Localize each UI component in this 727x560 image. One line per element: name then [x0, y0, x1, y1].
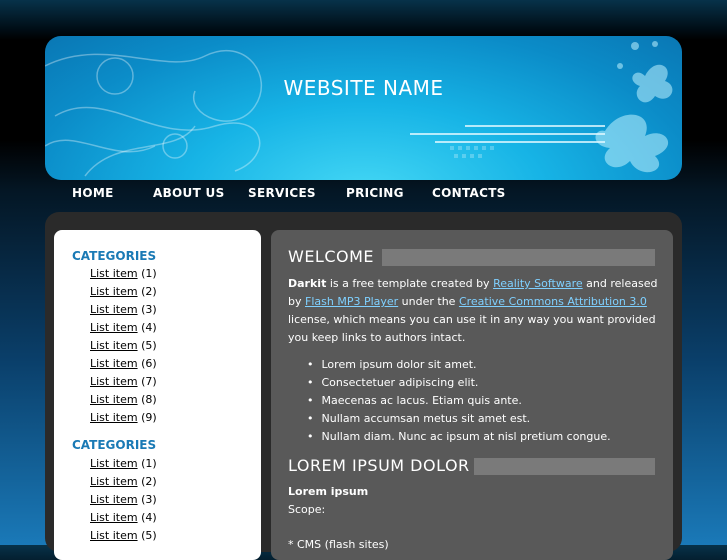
lorem-subheading: Lorem ipsum	[288, 485, 369, 498]
list-item-count: (4)	[141, 321, 157, 334]
header-banner: WEBSITE NAME	[45, 36, 682, 180]
list-item: List item (3)	[90, 301, 157, 319]
reality-software-link[interactable]: Reality Software	[493, 277, 583, 290]
nav-pricing[interactable]: PRICING	[346, 186, 404, 200]
categories-list: List item (1) List item (2) List item (3…	[90, 455, 157, 545]
main-content: WELCOME Darkit is a free template create…	[271, 230, 673, 560]
list-item: List item (3)	[90, 491, 157, 509]
list-item-count: (9)	[141, 411, 157, 424]
bullet-item: Consectetuer adipiscing elit.	[307, 374, 611, 392]
categories-list: List item (1) List item (2) List item (3…	[90, 265, 157, 427]
bullet-item: Maecenas ac lacus. Etiam quis ante.	[307, 392, 611, 410]
intro-text: under the	[398, 295, 459, 308]
categories-title: CATEGORIES	[72, 438, 157, 452]
list-item-count: (7)	[141, 375, 157, 388]
list-item-count: (8)	[141, 393, 157, 406]
intro-text: license, which means you can use it in a…	[288, 313, 656, 344]
list-item-link[interactable]: List item	[90, 357, 138, 370]
list-item: List item (9)	[90, 409, 157, 427]
bullet-item: Nullam diam. Nunc ac ipsum at nisl preti…	[307, 428, 611, 446]
bullet-item: Nullam accumsan metus sit amet est.	[307, 410, 611, 428]
list-item: List item (5)	[90, 527, 157, 545]
heading-bar	[382, 249, 655, 266]
scope-label: Scope:	[288, 503, 326, 516]
list-item-count: (3)	[141, 303, 157, 316]
list-item-count: (4)	[141, 511, 157, 524]
list-item-link[interactable]: List item	[90, 339, 138, 352]
list-item: List item (5)	[90, 337, 157, 355]
list-item-link[interactable]: List item	[90, 393, 138, 406]
list-item: List item (2)	[90, 473, 157, 491]
creative-commons-link[interactable]: Creative Commons Attribution 3.0	[459, 295, 647, 308]
intro-text: is a free template created by	[326, 277, 494, 290]
list-item-count: (2)	[141, 475, 157, 488]
list-item: List item (2)	[90, 283, 157, 301]
brand-name: Darkit	[288, 277, 327, 290]
floral-decoration	[45, 41, 673, 177]
list-item-count: (5)	[141, 339, 157, 352]
list-item-count: (5)	[141, 529, 157, 542]
list-item-link[interactable]: List item	[90, 493, 138, 506]
nav-about-us[interactable]: ABOUT US	[153, 186, 225, 200]
list-item-link[interactable]: List item	[90, 511, 138, 524]
list-item-count: (3)	[141, 493, 157, 506]
heading-bar	[474, 458, 655, 475]
list-item: List item (6)	[90, 355, 157, 373]
site-name: WEBSITE NAME	[283, 76, 444, 100]
list-item: List item (1)	[90, 455, 157, 473]
lorem-ipsum-heading: LOREM IPSUM DOLOR	[288, 456, 655, 476]
intro-paragraph: Darkit is a free template created by Rea…	[288, 275, 660, 347]
bullet-item: Lorem ipsum dolor sit amet.	[307, 356, 611, 374]
flash-mp3-player-link[interactable]: Flash MP3 Player	[305, 295, 398, 308]
welcome-title: WELCOME	[288, 247, 375, 266]
nav-home[interactable]: HOME	[72, 186, 114, 200]
sidebar: CATEGORIES List item (1) List item (2) L…	[54, 230, 261, 560]
nav-services[interactable]: SERVICES	[248, 186, 316, 200]
list-item: List item (8)	[90, 391, 157, 409]
list-item-count: (1)	[141, 267, 157, 280]
list-item-count: (1)	[141, 457, 157, 470]
list-item: List item (1)	[90, 265, 157, 283]
list-item-link[interactable]: List item	[90, 529, 138, 542]
list-item: List item (4)	[90, 509, 157, 527]
list-item-link[interactable]: List item	[90, 375, 138, 388]
list-item-count: (6)	[141, 357, 157, 370]
bullet-list: Lorem ipsum dolor sit amet. Consectetuer…	[307, 356, 611, 446]
welcome-heading: WELCOME	[288, 247, 655, 267]
list-item-link[interactable]: List item	[90, 321, 138, 334]
nav-contacts[interactable]: CONTACTS	[432, 186, 506, 200]
list-item-count: (2)	[141, 285, 157, 298]
list-item-link[interactable]: List item	[90, 475, 138, 488]
list-item-link[interactable]: List item	[90, 267, 138, 280]
list-item-link[interactable]: List item	[90, 457, 138, 470]
list-item: List item (4)	[90, 319, 157, 337]
list-item-link[interactable]: List item	[90, 303, 138, 316]
section-title: LOREM IPSUM DOLOR	[288, 456, 470, 475]
categories-title: CATEGORIES	[72, 249, 157, 263]
list-item-link[interactable]: List item	[90, 285, 138, 298]
list-item: List item (7)	[90, 373, 157, 391]
list-item-link[interactable]: List item	[90, 411, 138, 424]
